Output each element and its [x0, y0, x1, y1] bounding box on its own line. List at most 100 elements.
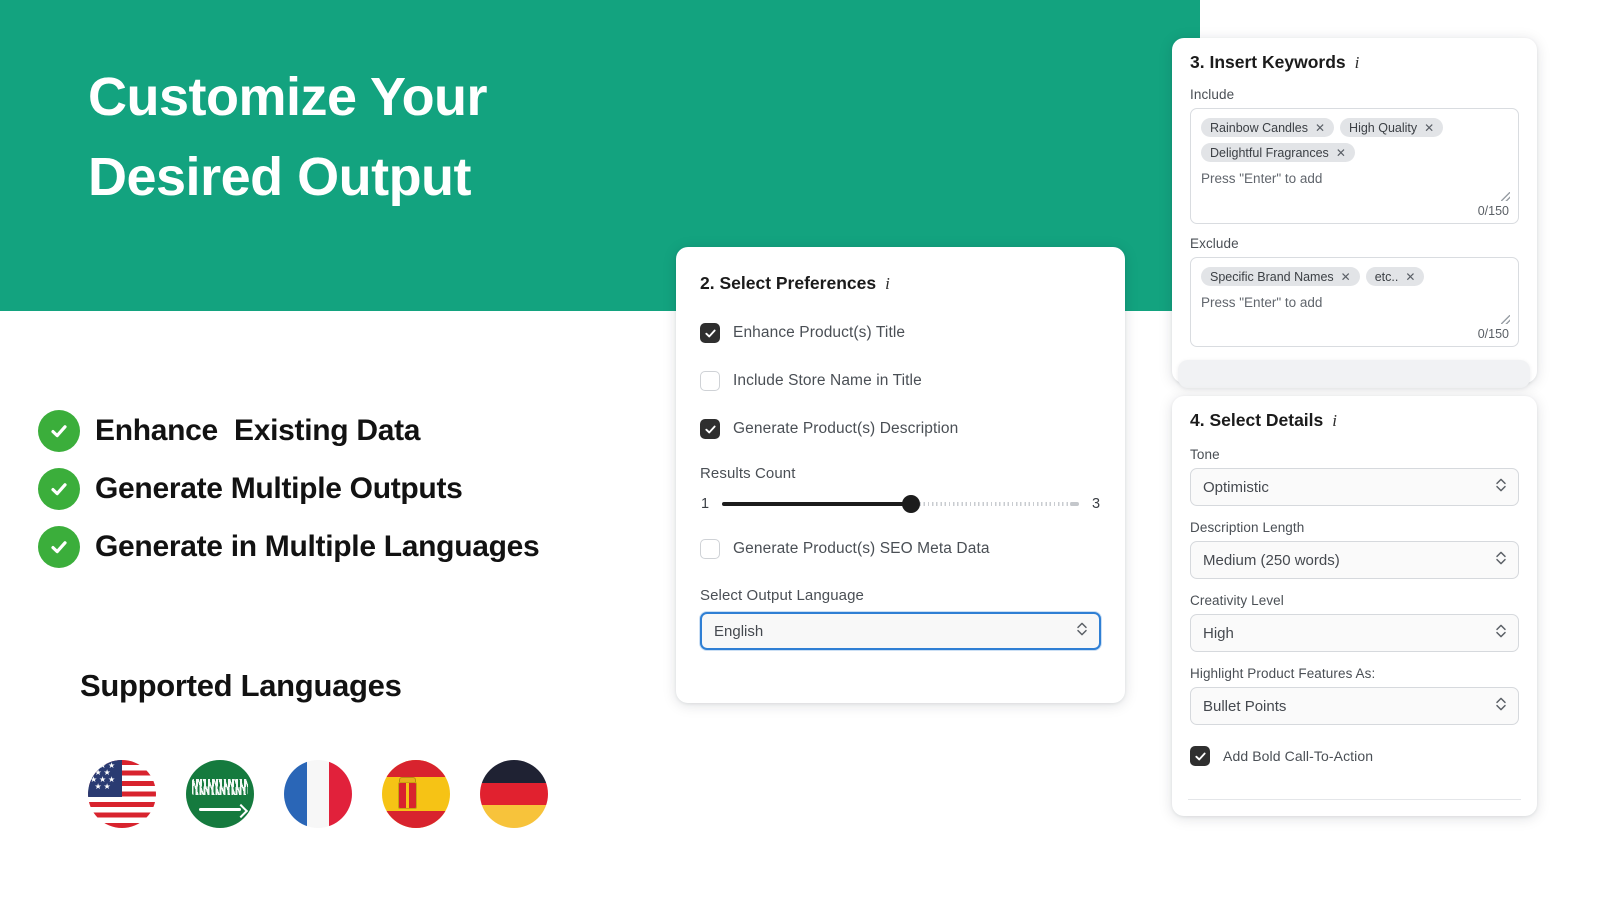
feature-label: Enhance Existing Data — [95, 414, 421, 447]
keyword-tag-label: Specific Brand Names — [1210, 269, 1334, 284]
output-language-label: Select Output Language — [700, 587, 864, 604]
supported-languages-heading: Supported Languages — [80, 668, 402, 703]
flag-de-icon — [480, 760, 548, 828]
include-char-counter: 0/150 — [1477, 204, 1509, 218]
slider-filled-track — [722, 502, 912, 506]
slider-remaining-track — [911, 502, 1079, 506]
description-length-label: Description Length — [1190, 520, 1305, 535]
checkbox-seo-meta-data[interactable]: Generate Product(s) SEO Meta Data — [700, 539, 1101, 559]
supported-language-flags: ★ ★ ★ ★ ★ ★ ★ ★ ★ ★ — [88, 760, 548, 828]
keyword-tag[interactable]: Delightful Fragrances ✕ — [1201, 143, 1355, 162]
checkbox-label: Enhance Product(s) Title — [733, 324, 906, 341]
exclude-keywords-input[interactable]: Specific Brand Names ✕ etc.. ✕ Press "En… — [1190, 257, 1519, 347]
slider-track-end-cap — [1070, 502, 1079, 506]
keyword-tag-label: Rainbow Candles — [1210, 120, 1308, 135]
include-label: Include — [1190, 87, 1235, 102]
tone-select[interactable]: Optimistic — [1190, 468, 1519, 506]
select-preferences-title: 2. Select Preferences i — [700, 273, 1101, 294]
output-language-select[interactable]: English — [700, 612, 1101, 650]
remove-tag-icon[interactable]: ✕ — [1336, 146, 1346, 160]
page-title-line-1: Customize Your — [88, 67, 488, 127]
slider-max-label: 3 — [1091, 496, 1101, 512]
checkbox-label: Generate Product(s) SEO Meta Data — [733, 540, 990, 557]
output-language-value: English — [714, 622, 764, 640]
tone-value: Optimistic — [1203, 478, 1269, 496]
chevron-updown-icon — [1495, 549, 1507, 571]
resize-handle-icon[interactable] — [1501, 192, 1510, 201]
highlight-features-select[interactable]: Bullet Points — [1190, 687, 1519, 725]
insert-keywords-card: 3. Insert Keywords i Include Rainbow Can… — [1172, 38, 1537, 383]
feature-item: Generate in Multiple Languages — [38, 518, 698, 576]
checkbox-box-checked-icon[interactable] — [1190, 746, 1210, 766]
chevron-updown-icon — [1495, 622, 1507, 644]
background-sheet — [1178, 360, 1530, 388]
keyword-tag[interactable]: Rainbow Candles ✕ — [1201, 118, 1335, 137]
highlight-features-label: Highlight Product Features As: — [1190, 666, 1376, 681]
keyword-tag[interactable]: etc.. ✕ — [1365, 267, 1425, 286]
keyword-tag-label: High Quality — [1349, 120, 1418, 135]
checkbox-label: Generate Product(s) Description — [733, 420, 959, 437]
flag-es-icon — [382, 760, 450, 828]
check-circle-icon — [38, 526, 80, 568]
include-placeholder: Press "Enter" to add — [1201, 171, 1323, 186]
select-details-title: 4. Select Details i — [1190, 410, 1519, 431]
slider-track[interactable] — [722, 495, 1079, 513]
page-root: Customize Your Desired Output Enhance Ex… — [0, 0, 1600, 900]
highlight-features-value: Bullet Points — [1203, 697, 1287, 715]
info-icon[interactable]: i — [885, 274, 890, 294]
remove-tag-icon[interactable]: ✕ — [1341, 270, 1351, 284]
checkbox-box-checked-icon[interactable] — [700, 323, 720, 343]
info-icon[interactable]: i — [1355, 53, 1360, 73]
resize-handle-icon[interactable] — [1501, 315, 1510, 324]
insert-keywords-title: 3. Insert Keywords i — [1190, 52, 1519, 73]
exclude-tag-list: Specific Brand Names ✕ etc.. ✕ — [1201, 267, 1508, 286]
flag-sa-icon — [186, 760, 254, 828]
keyword-tag[interactable]: High Quality ✕ — [1340, 118, 1444, 137]
feature-item: Enhance Existing Data — [38, 402, 698, 460]
select-preferences-card: 2. Select Preferences i Enhance Product(… — [676, 247, 1125, 703]
check-circle-icon — [38, 468, 80, 510]
flag-fr-icon — [284, 760, 352, 828]
checkbox-label: Add Bold Call-To-Action — [1223, 748, 1374, 764]
remove-tag-icon[interactable]: ✕ — [1315, 121, 1325, 135]
slider-thumb[interactable] — [902, 495, 921, 513]
include-tag-list: Rainbow Candles ✕ High Quality ✕ Delight… — [1201, 118, 1508, 162]
checkbox-add-bold-cta[interactable]: Add Bold Call-To-Action — [1190, 746, 1519, 766]
keyword-tag[interactable]: Specific Brand Names ✕ — [1201, 267, 1360, 286]
creativity-level-value: High — [1203, 624, 1234, 642]
exclude-placeholder: Press "Enter" to add — [1201, 295, 1323, 310]
flag-us-icon: ★ ★ ★ ★ ★ ★ ★ ★ ★ ★ — [88, 760, 156, 828]
remove-tag-icon[interactable]: ✕ — [1405, 270, 1415, 284]
creativity-level-select[interactable]: High — [1190, 614, 1519, 652]
checkbox-enhance-title[interactable]: Enhance Product(s) Title — [700, 323, 1101, 343]
feature-list: Enhance Existing Data Generate Multiple … — [38, 402, 698, 576]
description-length-value: Medium (250 words) — [1203, 551, 1340, 569]
checkbox-box-checked-icon[interactable] — [700, 419, 720, 439]
checkbox-label: Include Store Name in Title — [733, 372, 922, 389]
card-title-text: 4. Select Details — [1190, 410, 1324, 430]
results-count-label: Results Count — [700, 465, 796, 482]
exclude-label: Exclude — [1190, 236, 1239, 251]
description-length-select[interactable]: Medium (250 words) — [1190, 541, 1519, 579]
results-count-slider[interactable]: 1 3 — [700, 495, 1101, 513]
checkbox-box-unchecked-icon[interactable] — [700, 539, 720, 559]
card-divider — [1188, 799, 1521, 800]
include-keywords-input[interactable]: Rainbow Candles ✕ High Quality ✕ Delight… — [1190, 108, 1519, 224]
checkbox-include-store-name[interactable]: Include Store Name in Title — [700, 371, 1101, 391]
exclude-char-counter: 0/150 — [1477, 327, 1509, 341]
chevron-updown-icon — [1076, 620, 1088, 642]
creativity-level-label: Creativity Level — [1190, 593, 1284, 608]
feature-label: Generate in Multiple Languages — [95, 530, 540, 563]
remove-tag-icon[interactable]: ✕ — [1424, 121, 1434, 135]
chevron-updown-icon — [1495, 695, 1507, 717]
select-details-card: 4. Select Details i Tone Optimistic Desc… — [1172, 396, 1537, 816]
slider-min-label: 1 — [700, 496, 710, 512]
card-title-text: 3. Insert Keywords — [1190, 52, 1346, 72]
page-title: Customize Your Desired Output — [88, 58, 848, 218]
info-icon[interactable]: i — [1332, 411, 1337, 431]
tone-label: Tone — [1190, 447, 1220, 462]
chevron-updown-icon — [1495, 476, 1507, 498]
checkbox-generate-description[interactable]: Generate Product(s) Description — [700, 419, 1101, 439]
feature-label: Generate Multiple Outputs — [95, 472, 463, 505]
checkbox-box-unchecked-icon[interactable] — [700, 371, 720, 391]
